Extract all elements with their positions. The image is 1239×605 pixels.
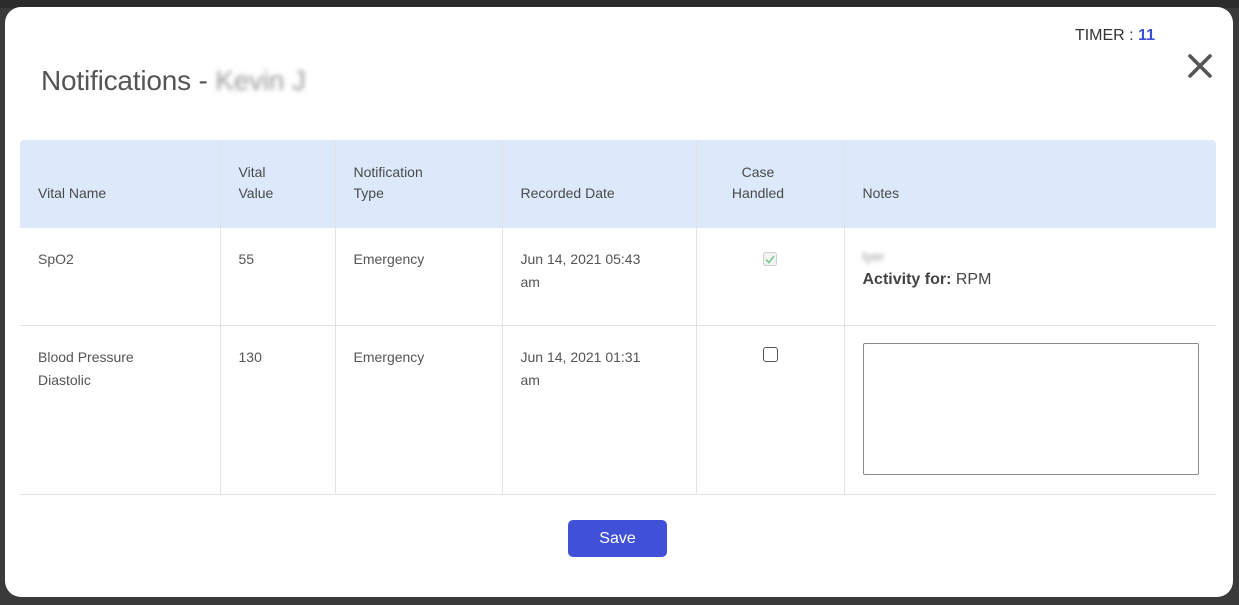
cell-notification-type: Emergency [335, 228, 503, 326]
cell-notes: tyer Activity for: RPM [844, 228, 1216, 326]
header-notes: Notes [844, 140, 1216, 228]
vital-name-text: SpO2 [38, 251, 74, 267]
check-icon [763, 252, 777, 266]
close-button[interactable] [1185, 51, 1215, 81]
cell-vital-name: Blood Pressure Diastolic [20, 325, 221, 495]
header-vital-name: Vital Name [20, 140, 221, 228]
table-row: SpO2 55 Emergency Jun 14, 2021 05:43 am [20, 228, 1216, 326]
cell-notes [844, 325, 1216, 495]
header-notification-type-line2: Type [353, 185, 384, 201]
save-button[interactable]: Save [568, 520, 667, 557]
header-recorded-date: Recorded Date [502, 140, 697, 228]
notes-textarea[interactable] [862, 342, 1199, 475]
timer-label: TIMER : [1074, 27, 1134, 44]
case-handled-checkbox-checked [763, 250, 777, 266]
table-header-row: Vital Name Vital Value Notification Type… [20, 140, 1216, 228]
activity-value: RPM [955, 271, 992, 288]
header-notes-label: Notes [862, 185, 900, 201]
recorded-date-line1: Jun 14, 2021 05:43 [520, 251, 641, 267]
header-recorded-date-label: Recorded Date [520, 185, 615, 201]
vital-name-line1: Blood Pressure [38, 348, 134, 365]
cell-vital-name: SpO2 [20, 228, 221, 326]
cell-vital-value: 130 [220, 325, 336, 495]
close-icon [1188, 54, 1212, 78]
header-notification-type: Notification Type [335, 140, 503, 228]
header-vital-name-label: Vital Name [38, 185, 107, 201]
notifications-table: Vital Name Vital Value Notification Type… [20, 140, 1216, 495]
header-case-handled: Case Handled [696, 140, 845, 228]
timer-value: 11 [1138, 27, 1155, 44]
header-case-handled-line1: Case [741, 164, 775, 180]
timer: TIMER : 11 [1075, 27, 1155, 45]
recorded-date-line2: am [520, 371, 540, 388]
patient-name: Kevin J [215, 65, 306, 96]
activity-line: Activity for: RPM [863, 268, 1199, 291]
header-vital-value: Vital Value [220, 140, 336, 228]
vital-name-line2: Diastolic [38, 371, 91, 388]
cell-vital-value: 55 [220, 228, 336, 326]
header-case-handled-line2: Handled [731, 185, 785, 201]
notifications-dialog: TIMER : 11 Notifications - Kevin J Vital… [5, 7, 1233, 597]
header-vital-value-line2: Value [238, 185, 274, 201]
cell-case-handled [696, 325, 845, 495]
cell-recorded-date: Jun 14, 2021 05:43 am [502, 228, 697, 326]
note-text: tyer [862, 249, 885, 264]
cell-case-handled [696, 228, 845, 326]
dialog-title-prefix: Notifications - [41, 65, 208, 96]
dialog-title: Notifications - Kevin J [41, 65, 306, 97]
recorded-date-line2: am [520, 274, 540, 290]
cell-recorded-date: Jun 14, 2021 01:31 am [502, 325, 697, 495]
header-vital-value-line1: Vital [238, 164, 266, 180]
cell-notification-type: Emergency [335, 325, 503, 495]
recorded-date-line1: Jun 14, 2021 01:31 [520, 348, 641, 365]
header-notification-type-line1: Notification [353, 164, 423, 180]
case-handled-checkbox[interactable] [762, 346, 778, 362]
activity-label: Activity for: [862, 271, 952, 288]
table-row: Blood Pressure Diastolic 130 Emergency J… [20, 325, 1216, 495]
